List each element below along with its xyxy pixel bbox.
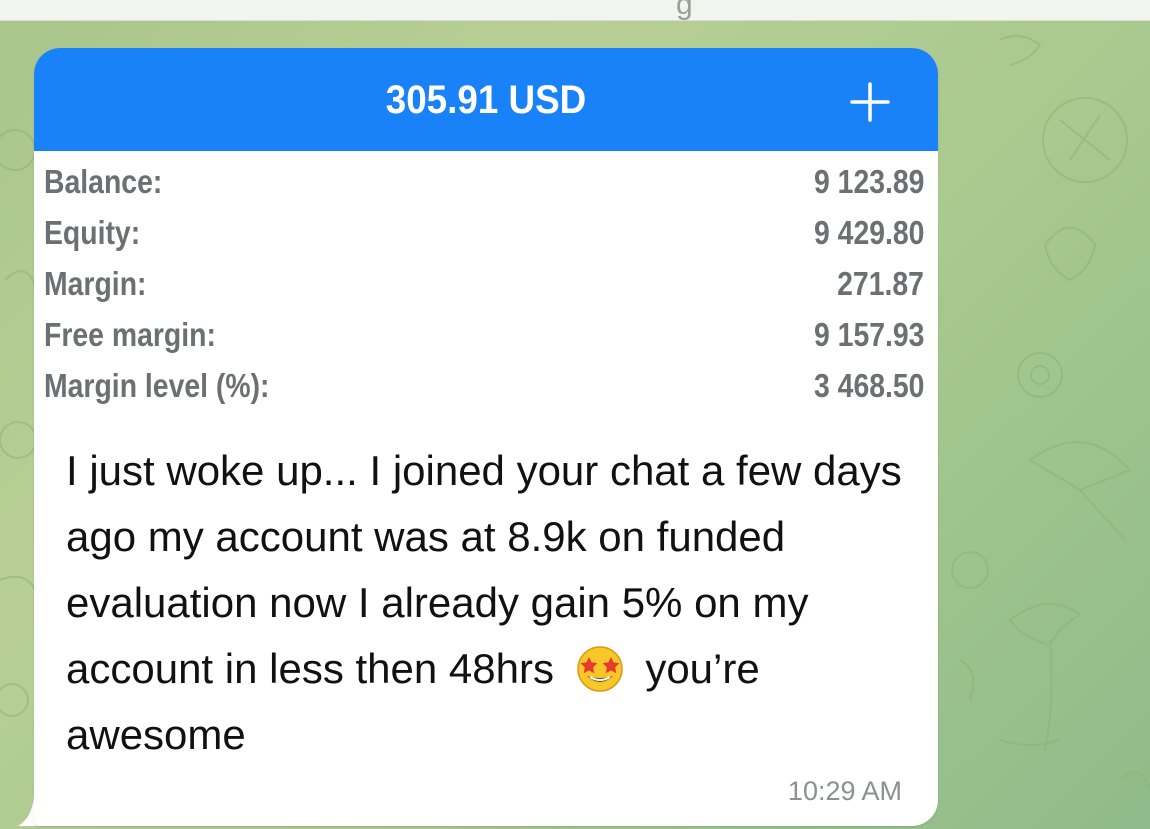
balance-row: Balance: 9 123.89 <box>34 158 938 206</box>
tomato-doodle <box>951 551 989 589</box>
header-title-fragment: g <box>676 0 693 21</box>
account-summary-image[interactable]: 305.91 USD Balance: 9 123.89 Equity: 9 4… <box>34 48 938 432</box>
free-margin-label: Free margin: <box>44 316 216 353</box>
free-margin-row: Free margin: 9 157.93 <box>34 311 938 359</box>
margin-level-value: 3 468.50 <box>813 367 924 404</box>
message-timestamp: 10:29 AM <box>787 776 902 806</box>
message-text-main: I just woke up... I joined your chat a f… <box>66 447 902 692</box>
margin-level-label: Margin level (%): <box>44 367 270 404</box>
margin-level-row: Margin level (%): 3 468.50 <box>34 362 938 410</box>
balance-value: 9 123.89 <box>813 163 924 200</box>
free-margin-value: 9 157.93 <box>813 316 924 353</box>
margin-value: 271.87 <box>837 265 924 302</box>
account-profit-amount: 305.91 USD <box>385 78 587 122</box>
margin-label: Margin: <box>44 265 147 302</box>
billiard-ball-doodle <box>1017 352 1063 398</box>
equity-value: 9 429.80 <box>813 214 924 251</box>
chat-header-strip: g <box>0 0 1150 21</box>
account-summary-header: 305.91 USD <box>34 48 938 151</box>
plus-icon[interactable] <box>848 80 892 124</box>
lightbulb-doodle <box>1043 226 1097 282</box>
star-struck-emoji-icon <box>576 646 623 692</box>
balance-label: Balance: <box>44 163 163 200</box>
palm-doodle <box>1008 602 1082 647</box>
message-text: I just woke up... I joined your chat a f… <box>66 438 916 768</box>
message-bubble[interactable]: 305.91 USD Balance: 9 123.89 Equity: 9 4… <box>34 48 938 826</box>
equity-label: Equity: <box>44 214 141 251</box>
umbrella-doodle <box>1028 441 1132 492</box>
equity-row: Equity: 9 429.80 <box>34 209 938 257</box>
margin-row: Margin: 271.87 <box>34 260 938 308</box>
